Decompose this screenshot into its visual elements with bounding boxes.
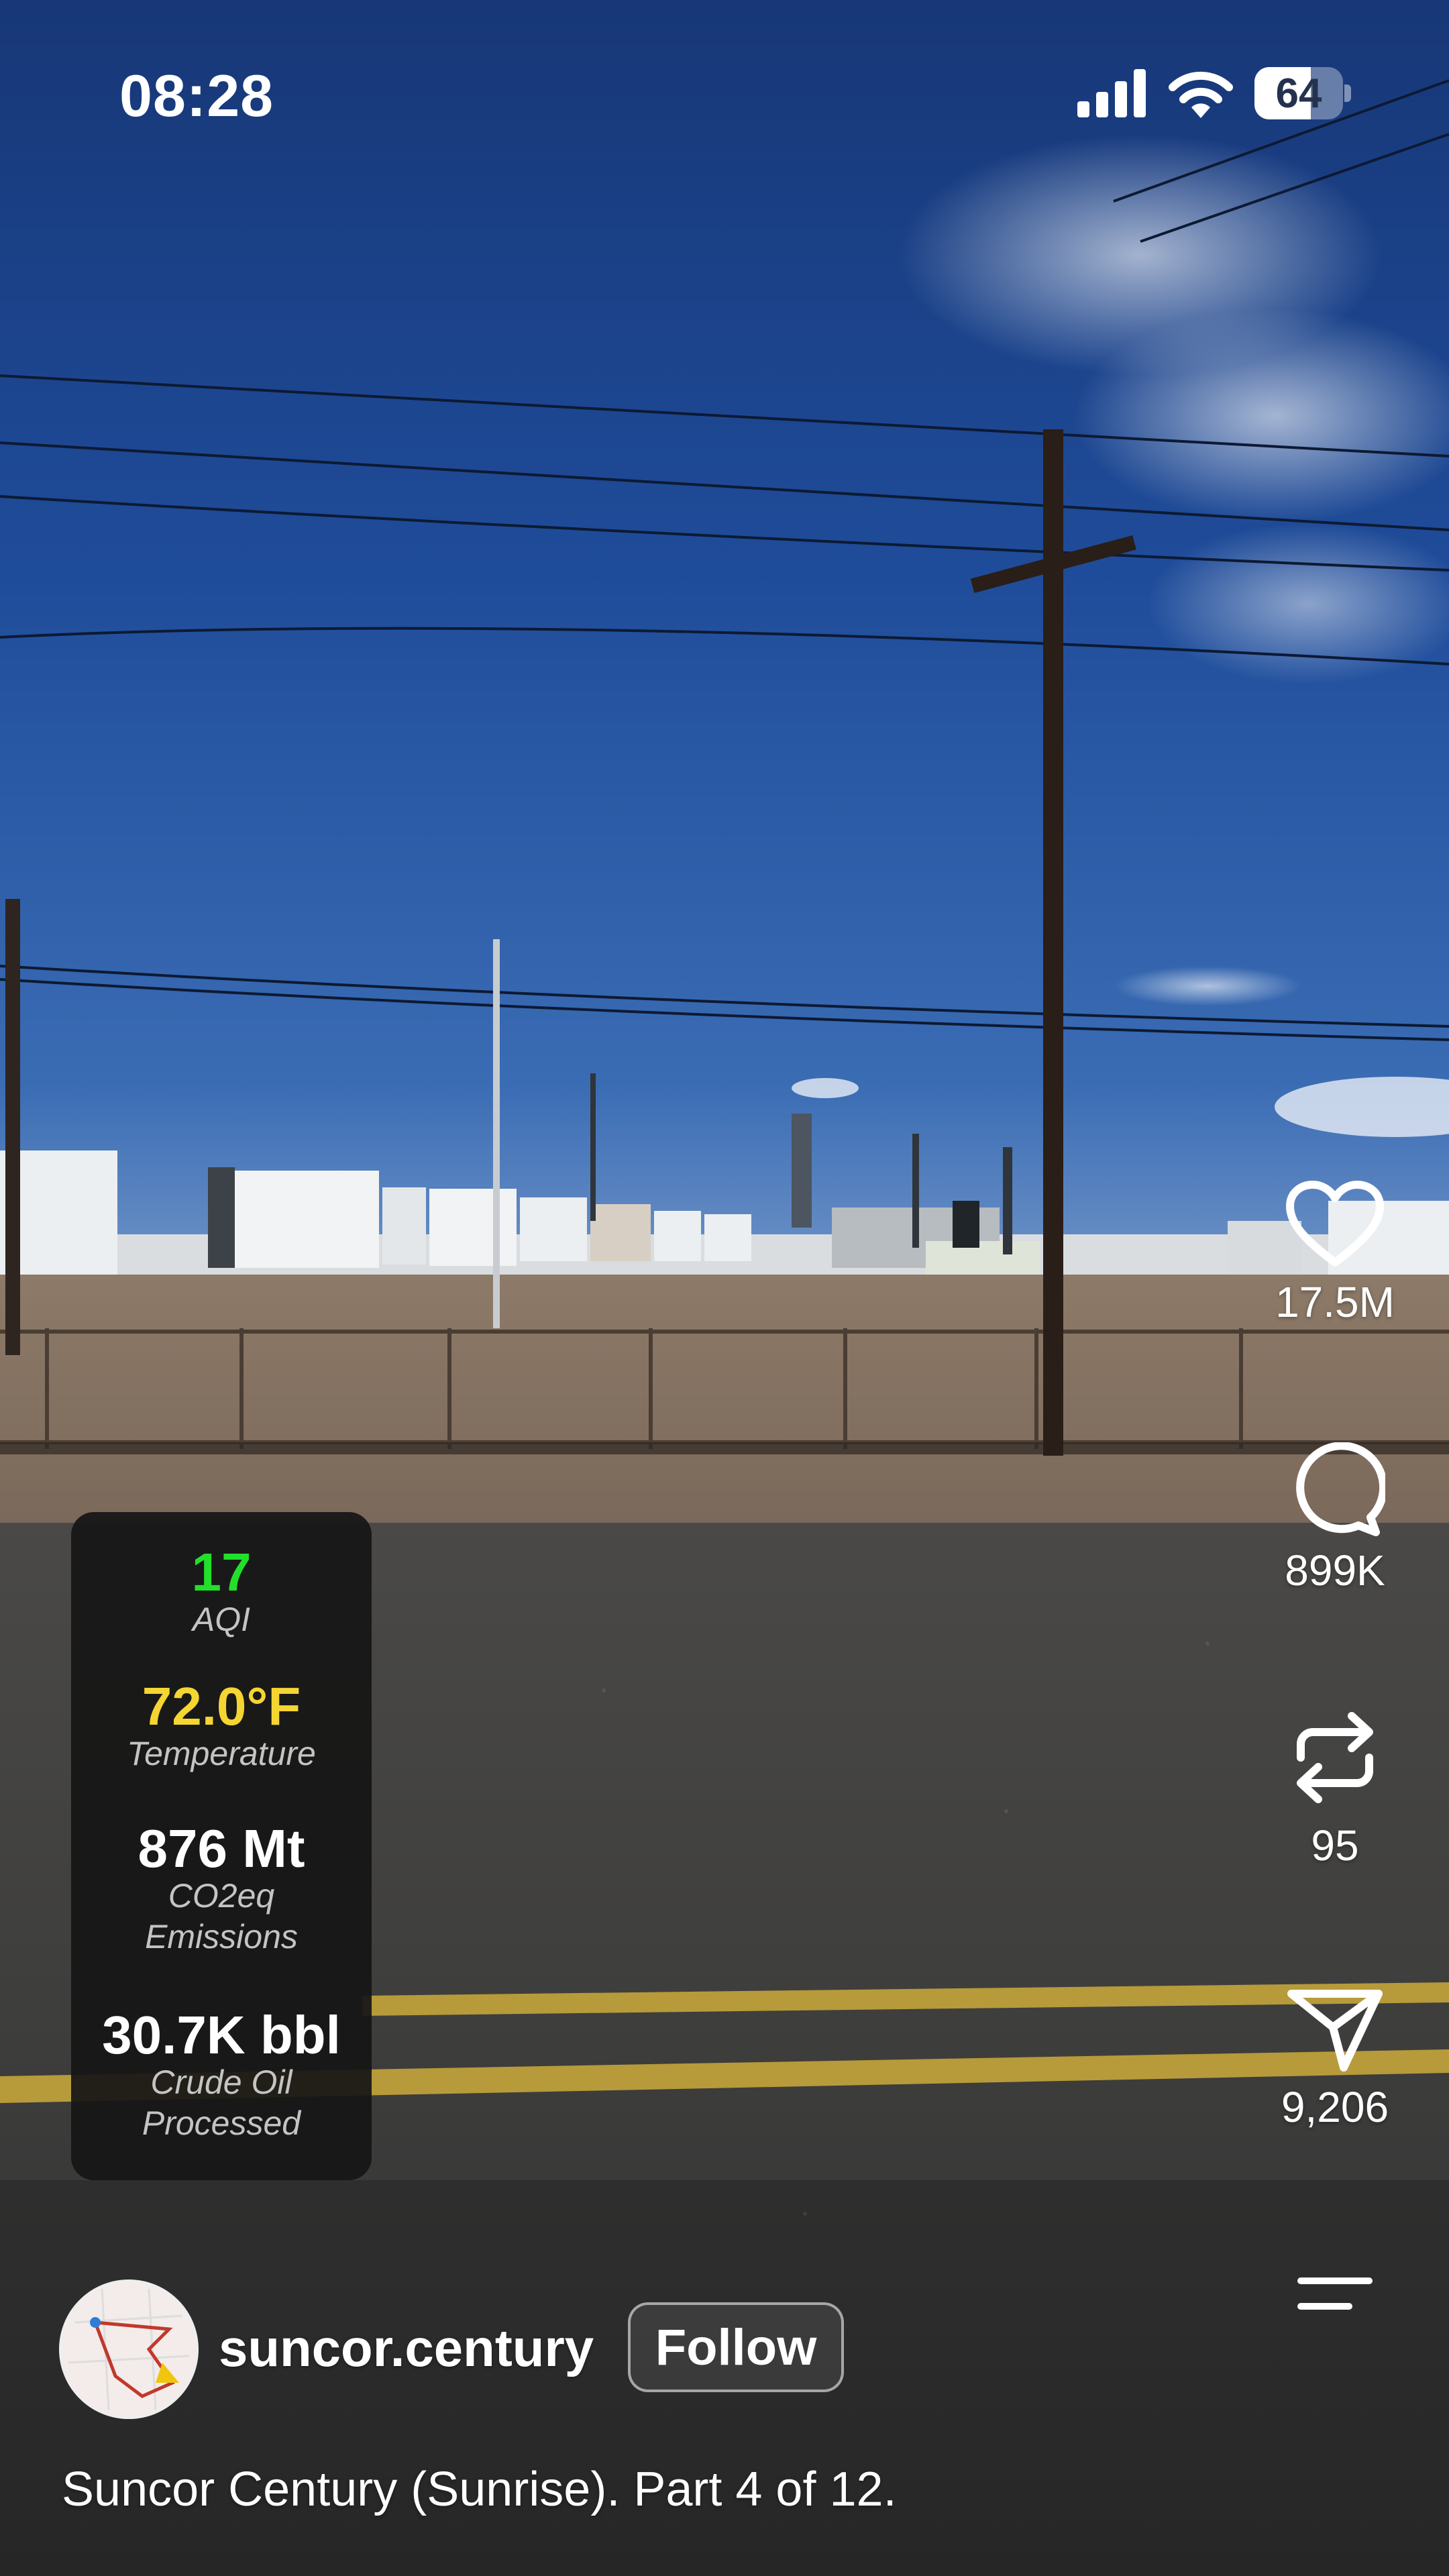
crude-oil-label-line2: Processed [142,2104,301,2142]
share-button[interactable]: 9,206 [1261,1986,1409,2132]
aqi-label: AQI [192,1601,251,1638]
share-count: 9,206 [1281,2083,1389,2131]
avatar-map-image [62,2282,196,2416]
follow-button[interactable]: Follow [628,2302,844,2392]
signal-icon [1077,69,1146,117]
repost-button[interactable]: 95 [1261,1704,1409,1870]
like-count: 17.5M [1275,1278,1395,1326]
stat-emissions: 876 Mt CO2eq Emissions [71,1822,372,1957]
heart-icon [1286,1181,1384,1267]
crude-oil-value: 30.7K bbl [102,2005,341,2065]
stat-temperature: 72.0°F Temperature [71,1680,372,1774]
emissions-value: 876 Mt [138,1819,305,1878]
crude-oil-label-line1: Crude Oil [150,2063,292,2101]
emissions-label-line2: Emissions [145,1918,298,1955]
video-caption[interactable]: Suncor Century (Sunrise). Part 4 of 12. [62,2462,897,2517]
battery-icon: 64 [1254,67,1351,119]
stat-aqi: 17 AQI [71,1546,372,1640]
repost-icon [1297,1712,1373,1803]
comment-count: 899K [1285,1546,1385,1595]
stats-panel: 17 AQI 72.0°F Temperature 876 Mt CO2eq E… [71,1512,372,2180]
utility-pole [1043,429,1063,1456]
temperature-label: Temperature [127,1735,316,1772]
aqi-value: 17 [191,1542,252,1602]
comment-icon [1296,1442,1385,1536]
username[interactable]: suncor.century [219,2318,594,2379]
emissions-label-line1: CO2eq [168,1877,275,1915]
battery-level-text: 64 [1275,70,1322,117]
status-time: 08:28 [119,62,274,129]
comment-button[interactable]: 899K [1261,1442,1409,1595]
wifi-icon [1169,71,1233,118]
more-menu-button[interactable] [1261,2267,1409,2321]
avatar[interactable] [59,2279,199,2419]
like-button[interactable]: 17.5M [1261,1181,1409,1327]
temperature-value: 72.0°F [142,1676,301,1736]
video-frame[interactable] [0,0,1449,2576]
menu-icon [1297,2277,1373,2310]
share-icon [1287,1990,1383,2072]
repost-count: 95 [1311,1821,1359,1870]
stat-crude-oil: 30.7K bbl Crude Oil Processed [71,2008,372,2144]
